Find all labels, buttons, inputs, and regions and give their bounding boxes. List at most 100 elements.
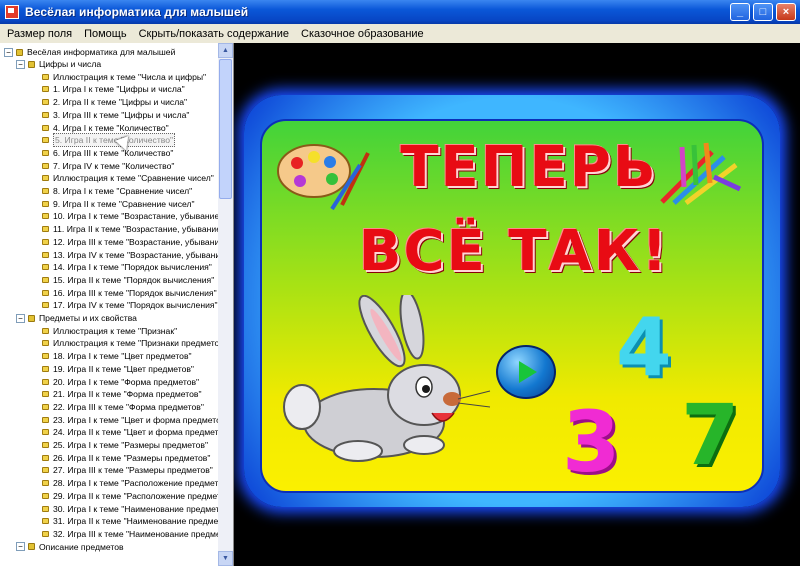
tree-item[interactable]: 15. Игра II к теме "Порядок вычисления" — [42, 274, 214, 286]
page-icon — [42, 162, 49, 169]
page-icon — [42, 442, 49, 448]
tree-item[interactable]: 22. Игра III к теме "Форма предметов" — [42, 401, 204, 413]
close-button[interactable]: × — [776, 3, 796, 21]
tree-item-label: 2. Игра II к теме "Цифры и числа" — [53, 97, 188, 108]
tree-item-label: Иллюстрация к теме "Признаки предметов" — [53, 338, 227, 349]
page-icon — [42, 251, 49, 258]
tree-item[interactable]: 28. Игра I к теме "Расположение предмето… — [42, 477, 231, 489]
tree-item-label: 18. Игра I к теме "Цвет предметов" — [53, 351, 192, 362]
play-button[interactable] — [496, 345, 556, 399]
tree-item[interactable]: 30. Игра I к теме "Наименование предмето… — [42, 503, 232, 515]
page-icon — [42, 99, 49, 106]
tree-item[interactable]: 9. Игра II к теме "Сравнение чисел" — [42, 198, 195, 210]
tree-item[interactable]: 26. Игра II к теме "Размеры предметов" — [42, 452, 210, 464]
digit-three: 3 — [562, 393, 621, 491]
collapse-icon[interactable]: − — [16, 59, 25, 69]
window-controls: _ □ × — [730, 3, 796, 21]
minimize-button[interactable]: _ — [730, 3, 750, 21]
tree-root[interactable]: − Весёлая информатика для малышей — [4, 46, 175, 58]
book-icon — [28, 60, 35, 68]
tree-item[interactable]: Иллюстрация к теме "Сравнение чисел" — [42, 172, 214, 184]
tree-item-label: 1. Игра I к теме "Цифры и числа" — [53, 84, 185, 95]
tree-item[interactable]: 16. Игра III к теме "Порядок вычисления" — [42, 287, 217, 299]
tree-item[interactable]: 12. Игра III к теме "Возрастание, убыван… — [42, 236, 227, 248]
tree-item[interactable]: 29. Игра II к теме "Расположение предмет… — [42, 490, 233, 502]
tree-item[interactable]: 17. Игра IV к теме "Порядок вычисления" — [42, 299, 218, 311]
tree-item-label: Цифры и числа — [39, 59, 102, 69]
tree-item[interactable]: 19. Игра II к теме "Цвет предметов" — [42, 363, 194, 375]
tree-item[interactable]: 13. Игра IV к теме "Возрастание, убывани… — [42, 249, 228, 261]
maximize-button[interactable]: □ — [753, 3, 773, 21]
collapse-icon[interactable]: − — [4, 47, 13, 57]
tree-section[interactable]: − Описание предметов — [16, 541, 124, 553]
tree-item[interactable]: 27. Игра III к теме "Размеры предметов" — [42, 464, 213, 476]
app-icon — [5, 5, 19, 19]
tree-item[interactable]: 11. Игра II к теме "Возрастание, убывани… — [42, 223, 224, 235]
menu-help[interactable]: Помощь — [79, 28, 132, 40]
tree-item[interactable]: 2. Игра II к теме "Цифры и числа" — [42, 96, 187, 108]
page-icon — [42, 480, 49, 487]
collapse-icon[interactable]: − — [16, 542, 25, 552]
tree-item[interactable]: 25. Игра I к теме "Размеры предметов" — [42, 439, 208, 451]
tree-item[interactable]: 24. Игра II к теме "Цвет и форма предмет… — [42, 426, 231, 438]
tree-item-label: 3. Игра III к теме "Цифры и числа" — [53, 109, 190, 120]
tree-item[interactable]: 20. Игра I к теме "Форма предметов" — [42, 376, 199, 388]
page-icon — [42, 416, 49, 423]
page-icon — [42, 327, 49, 334]
page-icon — [42, 340, 49, 347]
tree-item-label: 20. Игра I к теме "Форма предметов" — [53, 376, 200, 387]
tree-item[interactable]: 6. Игра III к теме "Количество" — [42, 147, 173, 159]
tree-item-label: 26. Игра II к теме "Размеры предметов" — [53, 452, 211, 463]
tree-item[interactable]: 32. Игра III к теме "Наименование предме… — [42, 528, 234, 540]
tree-section[interactable]: − Предметы и их свойства — [16, 312, 137, 324]
tree-item[interactable]: 5. Игра II к теме "Количество" — [42, 133, 176, 148]
tree-item-label: 32. Игра III к теме "Наименование предме… — [53, 528, 234, 539]
tree-item-label: 19. Игра II к теме "Цвет предметов" — [53, 363, 194, 374]
tree-item-label: 29. Игра II к теме "Расположение предмет… — [53, 490, 234, 501]
contents-tree: − Весёлая информатика для малышей − Цифры… — [0, 43, 234, 566]
tree-item-label: 27. Игра III к теме "Размеры предметов" — [53, 465, 213, 476]
page-icon — [42, 492, 49, 499]
tree-item[interactable]: 10. Игра I к теме "Возрастание, убывание… — [42, 210, 222, 222]
tree-scrollbar[interactable]: ▲ ▼ — [218, 43, 233, 566]
menu-field-size[interactable]: Размер поля — [2, 28, 77, 40]
page-icon — [42, 149, 49, 156]
scroll-up-arrow-icon[interactable]: ▲ — [218, 43, 233, 58]
tree-root-label: Весёлая информатика для малышей — [27, 47, 176, 57]
tree-item[interactable]: 18. Игра I к теме "Цвет предметов" — [42, 350, 192, 362]
tree-section[interactable]: − Цифры и числа — [16, 58, 101, 70]
tree-item[interactable]: 1. Игра I к теме "Цифры и числа" — [42, 83, 185, 95]
tree-item[interactable]: Иллюстрация к теме "Признаки предметов" — [42, 337, 227, 349]
page-icon — [42, 365, 49, 372]
tree-item[interactable]: 14. Игра I к теме "Порядок вычисления" — [42, 261, 212, 273]
page-icon — [42, 505, 49, 512]
page-icon — [42, 276, 49, 283]
tree-item-label: 30. Игра I к теме "Наименование предмето… — [53, 503, 232, 514]
scroll-down-arrow-icon[interactable]: ▼ — [218, 551, 233, 566]
menu-fairy-education[interactable]: Сказочное образование — [296, 28, 429, 40]
headline-line-1: ТЕПЕРЬ — [400, 135, 658, 200]
maximize-icon: □ — [759, 5, 767, 18]
tree-item-label: 24. Игра II к теме "Цвет и форма предмет… — [53, 427, 231, 438]
menu-toggle-contents[interactable]: Скрыть/показать содержание — [134, 28, 294, 40]
page-icon — [42, 530, 49, 537]
collapse-icon[interactable]: − — [16, 313, 25, 323]
tree-item[interactable]: Иллюстрация к теме "Числа и цифры" — [42, 71, 206, 83]
tree-item[interactable]: 31. Игра II к теме "Наименование предмет… — [42, 515, 233, 527]
scrollbar-thumb[interactable] — [219, 59, 232, 199]
page-icon — [42, 124, 49, 131]
page-icon — [42, 302, 49, 309]
book-icon — [16, 48, 23, 56]
tree-item[interactable]: 4. Игра I к теме "Количество" — [42, 122, 169, 134]
tree-item-label: 7. Игра IV к теме "Количество" — [53, 160, 175, 171]
tree-item[interactable]: Иллюстрация к теме "Признак" — [42, 325, 177, 337]
tree-item[interactable]: 8. Игра I к теме "Сравнение чисел" — [42, 185, 192, 197]
tree-item-label: 13. Игра IV к теме "Возрастание, убывани… — [53, 249, 229, 260]
close-icon: × — [782, 5, 790, 18]
tree-item-label: 10. Игра I к теме "Возрастание, убывание… — [53, 211, 223, 222]
tree-item[interactable]: 21. Игра II к теме "Форма предметов" — [42, 388, 202, 400]
tree-item[interactable]: 7. Игра IV к теме "Количество" — [42, 160, 174, 172]
tree-item[interactable]: 3. Игра III к теме "Цифры и числа" — [42, 109, 189, 121]
tree-item-label: 17. Игра IV к теме "Порядок вычисления" — [53, 300, 218, 311]
tree-item[interactable]: 23. Игра I к теме "Цвет и форма предмето… — [42, 414, 228, 426]
